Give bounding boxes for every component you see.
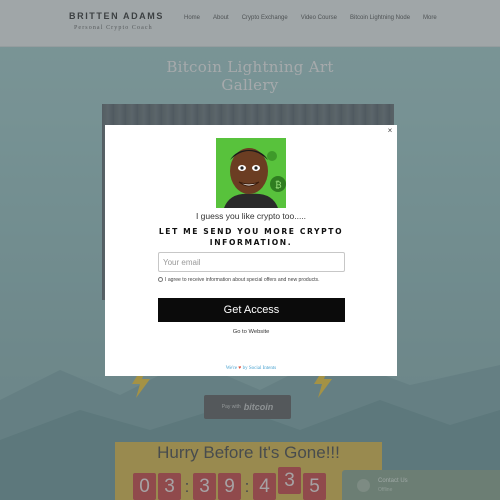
- svg-text:₿: ₿: [275, 180, 282, 191]
- close-icon[interactable]: ×: [385, 126, 395, 136]
- consent-checkbox-row: I agree to receive information about spe…: [158, 277, 348, 285]
- consent-checkbox[interactable]: [158, 277, 163, 283]
- popup-headline: LET ME SEND YOU MORE CRYPTO INFORMATION.: [158, 227, 344, 247]
- heart-icon: ♥: [238, 366, 242, 371]
- get-access-button[interactable]: Get Access: [158, 298, 345, 322]
- cartoon-portrait-icon: ₿: [216, 138, 286, 208]
- consent-label: I agree to receive information about spe…: [165, 277, 320, 283]
- popup-greeting: I guess you like crypto too.....: [195, 211, 307, 221]
- email-field[interactable]: [158, 252, 345, 272]
- powered-suffix: by Social Intents: [242, 366, 277, 371]
- powered-by-link[interactable]: We're ♥ by Social Intents: [105, 366, 397, 371]
- avatar: ₿: [216, 138, 286, 208]
- go-to-website-link[interactable]: Go to Website: [105, 329, 397, 335]
- powered-prefix: We're: [225, 366, 238, 371]
